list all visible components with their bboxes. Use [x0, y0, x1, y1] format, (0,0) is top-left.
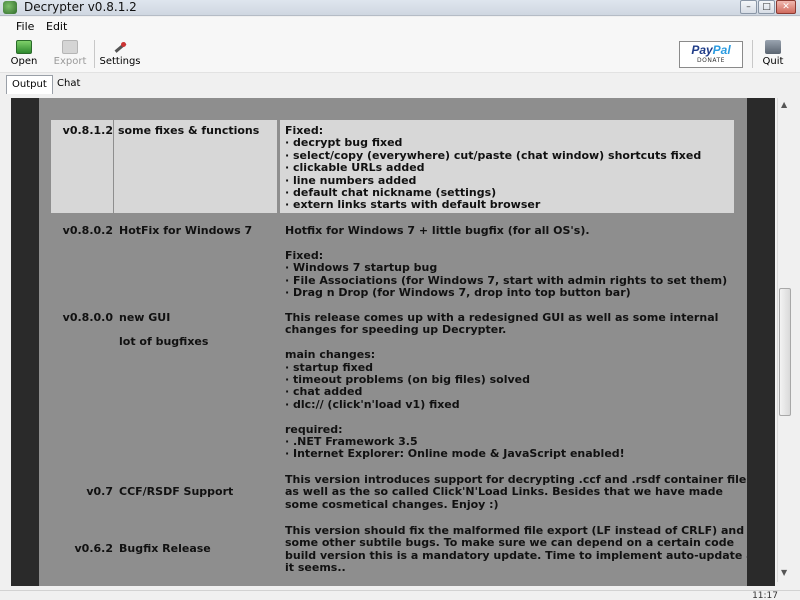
quit-button[interactable]: Quit	[758, 37, 788, 71]
left-border	[11, 98, 39, 586]
desc-line: build version this is a mandatory update…	[285, 548, 747, 562]
minimize-button[interactable]: –	[740, 0, 757, 14]
title-bar: Decrypter v0.8.1.2 – □ ✕	[0, 0, 800, 16]
tools-icon	[112, 40, 128, 54]
menu-file[interactable]: File	[16, 20, 34, 33]
menu-edit[interactable]: Edit	[46, 20, 67, 33]
settings-label: Settings	[99, 56, 141, 67]
clock-text: 11:17	[752, 591, 778, 600]
changelog-view[interactable]: v0.8.1.2 some fixes & functions Fixed: ·…	[39, 98, 747, 586]
settings-button[interactable]: Settings	[99, 37, 141, 71]
description-cell: Hotfix for Windows 7 + little bugfix (fo…	[285, 224, 735, 300]
desc-line: · dlc:// (click'n'load v1) fixed	[285, 397, 460, 411]
title-text: new GUI	[119, 311, 171, 324]
desc-line: · extern links starts with default brows…	[285, 198, 541, 212]
right-border	[747, 98, 775, 586]
paypal-donate-label: DONATE	[697, 57, 725, 64]
description-cell: This version introduces support for decr…	[285, 473, 747, 511]
desc-line: some cosmetical changes. Enjoy :)	[285, 497, 499, 511]
tab-output[interactable]: Output	[6, 75, 53, 94]
title-cell: HotFix for Windows 7	[119, 224, 279, 237]
export-label: Export	[53, 56, 87, 67]
version-cell: v0.8.1.2	[51, 120, 113, 213]
paypal-donate-button[interactable]: PayPal DONATE	[679, 41, 743, 68]
quit-icon	[765, 40, 781, 54]
desc-line: · chat added	[285, 385, 363, 399]
version-text: v0.7	[86, 485, 113, 498]
tab-chat[interactable]: Chat	[52, 75, 85, 94]
description-cell: Fixed: · decrypt bug fixed · select/copy…	[280, 120, 734, 213]
toolbar-separator	[94, 40, 95, 68]
title-cell: Bugfix Release	[119, 542, 279, 555]
vertical-scrollbar[interactable]: ▲ ▼	[777, 98, 792, 582]
paypal-logo: PayPal	[680, 43, 742, 57]
desc-line: · Internet Explorer: Online mode & JavaS…	[285, 447, 625, 461]
status-bar: 11:17	[0, 590, 800, 600]
version-cell: v0.8.0.0	[51, 311, 113, 324]
title-text: HotFix for Windows 7	[119, 224, 253, 237]
quit-label: Quit	[762, 56, 784, 67]
desc-line: Hotfix for Windows 7 + little bugfix (fo…	[285, 224, 590, 237]
open-icon	[16, 40, 32, 54]
app-icon	[3, 1, 17, 14]
version-text: v0.8.1.2	[62, 124, 113, 137]
description-cell: This version should fix the malformed fi…	[285, 524, 747, 575]
version-cell: v0.8.0.2	[51, 224, 113, 237]
title-cell: CCF/RSDF Support	[119, 485, 279, 498]
title-text: CCF/RSDF Support	[119, 485, 234, 498]
version-text: v0.8.0.0	[62, 311, 113, 324]
version-cell: v0.6.2	[51, 542, 114, 555]
desc-line: it seems..	[285, 561, 346, 575]
desc-line: · decrypt bug fixed	[285, 136, 403, 150]
open-label: Open	[10, 56, 38, 67]
desc-line: main changes:	[285, 348, 376, 362]
version-text: v0.8.0.2	[62, 224, 113, 237]
description-cell: This release comes up with a redesigned …	[285, 311, 735, 461]
tab-bar: Output Chat	[0, 73, 800, 94]
title-cell: some fixes & functions	[114, 120, 277, 213]
maximize-button[interactable]: □	[758, 0, 775, 14]
title-text: lot of bugfixes	[119, 335, 209, 349]
desc-line: · clickable URLs added	[285, 161, 425, 175]
title-cell: new GUI lot of bugfixes	[119, 311, 279, 349]
menu-bar: File Edit	[0, 17, 800, 37]
title-text: some fixes & functions	[118, 124, 260, 137]
title-text: Bugfix Release	[119, 542, 211, 555]
desc-line: as well as the so called Click'N'Load Li…	[285, 485, 723, 499]
output-panel: v0.8.1.2 some fixes & functions Fixed: ·…	[0, 94, 800, 590]
export-button[interactable]: Export	[50, 37, 90, 71]
desc-line	[285, 237, 735, 249]
window-controls: – □ ✕	[740, 0, 796, 14]
scrollbar-thumb[interactable]	[779, 288, 791, 416]
desc-line: some other subtile bugs. To make sure we…	[285, 536, 735, 550]
close-button[interactable]: ✕	[776, 0, 796, 14]
open-button[interactable]: Open	[7, 37, 41, 71]
export-icon	[62, 40, 78, 54]
version-cell: v0.7	[51, 485, 113, 498]
desc-line: changes for speeding up Decrypter.	[285, 323, 507, 337]
scroll-up-arrow-icon[interactable]: ▲	[781, 100, 787, 109]
toolbar: Open Export Settings PayPal DONATE Quit	[0, 37, 800, 73]
scroll-down-arrow-icon[interactable]: ▼	[781, 568, 787, 577]
desc-line: · Windows 7 startup bug	[285, 261, 438, 275]
desc-line: · Drag n Drop (for Windows 7, drop into …	[285, 286, 631, 300]
window-title: Decrypter v0.8.1.2	[24, 0, 137, 14]
version-text: v0.6.2	[74, 542, 114, 555]
paypal-logo-pay: Pay	[691, 43, 713, 57]
paypal-logo-pal: Pal	[712, 43, 731, 57]
toolbar-separator-right	[752, 40, 753, 68]
desc-line	[285, 411, 735, 423]
